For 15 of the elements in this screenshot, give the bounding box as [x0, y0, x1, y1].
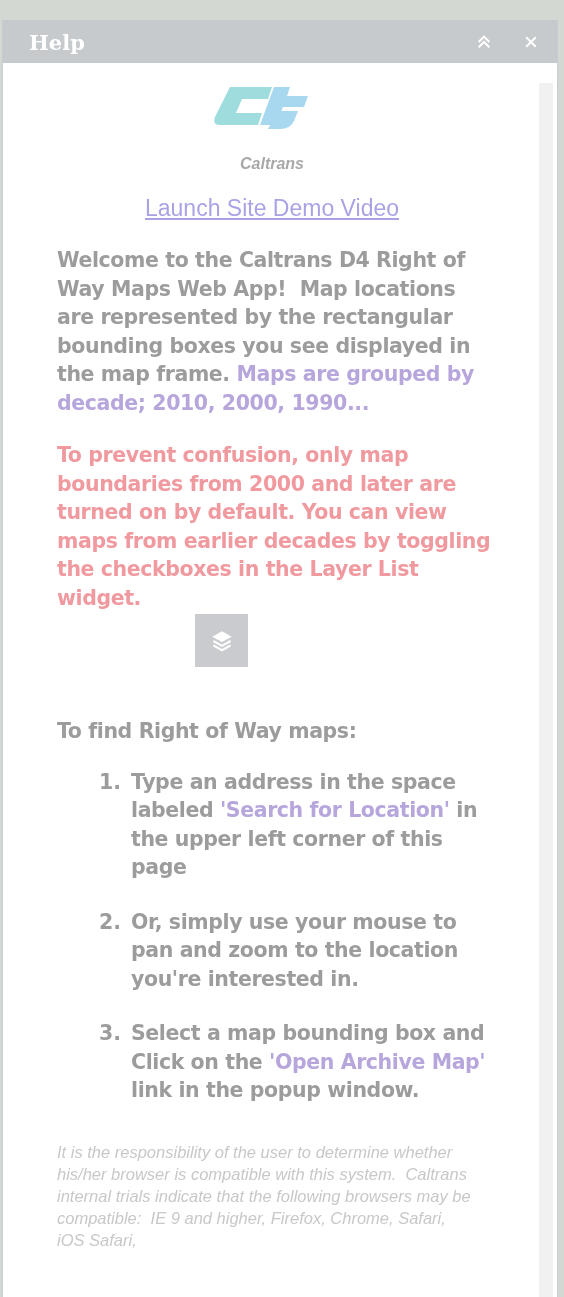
- step-text: Select a map bounding box and Click on the 'Open Archive Map' link in the popup window.: [131, 1020, 487, 1104]
- step-text: Or, simply use your mouse to pan and zoom to the location you're interested in.: [131, 908, 459, 993]
- close-icon[interactable]: [523, 34, 539, 50]
- caltrans-logo: Caltrans: [212, 85, 332, 173]
- warning-paragraph: To prevent confusion, only map boundaries from 2000 and later are turned on by default. You can view maps from earlier decades by toggling the checkboxes in the Layer List widget.: [57, 442, 492, 612]
- demo-video-link[interactable]: Launch Site Demo Video: [145, 195, 399, 222]
- panel-title: Help: [29, 29, 85, 55]
- step-number: 3.: [97, 1020, 121, 1047]
- collapse-icon[interactable]: [475, 33, 493, 51]
- layers-icon: [195, 614, 248, 667]
- step-text: Type an address in the space labeled 'Search for Location' in the upper left corner of this page: [131, 768, 479, 881]
- steps-heading: To find Right of Way maps:: [57, 718, 358, 745]
- intro-paragraph: Welcome to the Caltrans D4 Right of Way Maps Web App! Map locations are represented by the rectangular bounding boxes you see displayed in the map frame. Maps are grouped by decade; 2010, 2000, 1990...: [57, 247, 476, 417]
- step-number: 1.: [97, 768, 121, 796]
- step-number: 2.: [97, 908, 121, 936]
